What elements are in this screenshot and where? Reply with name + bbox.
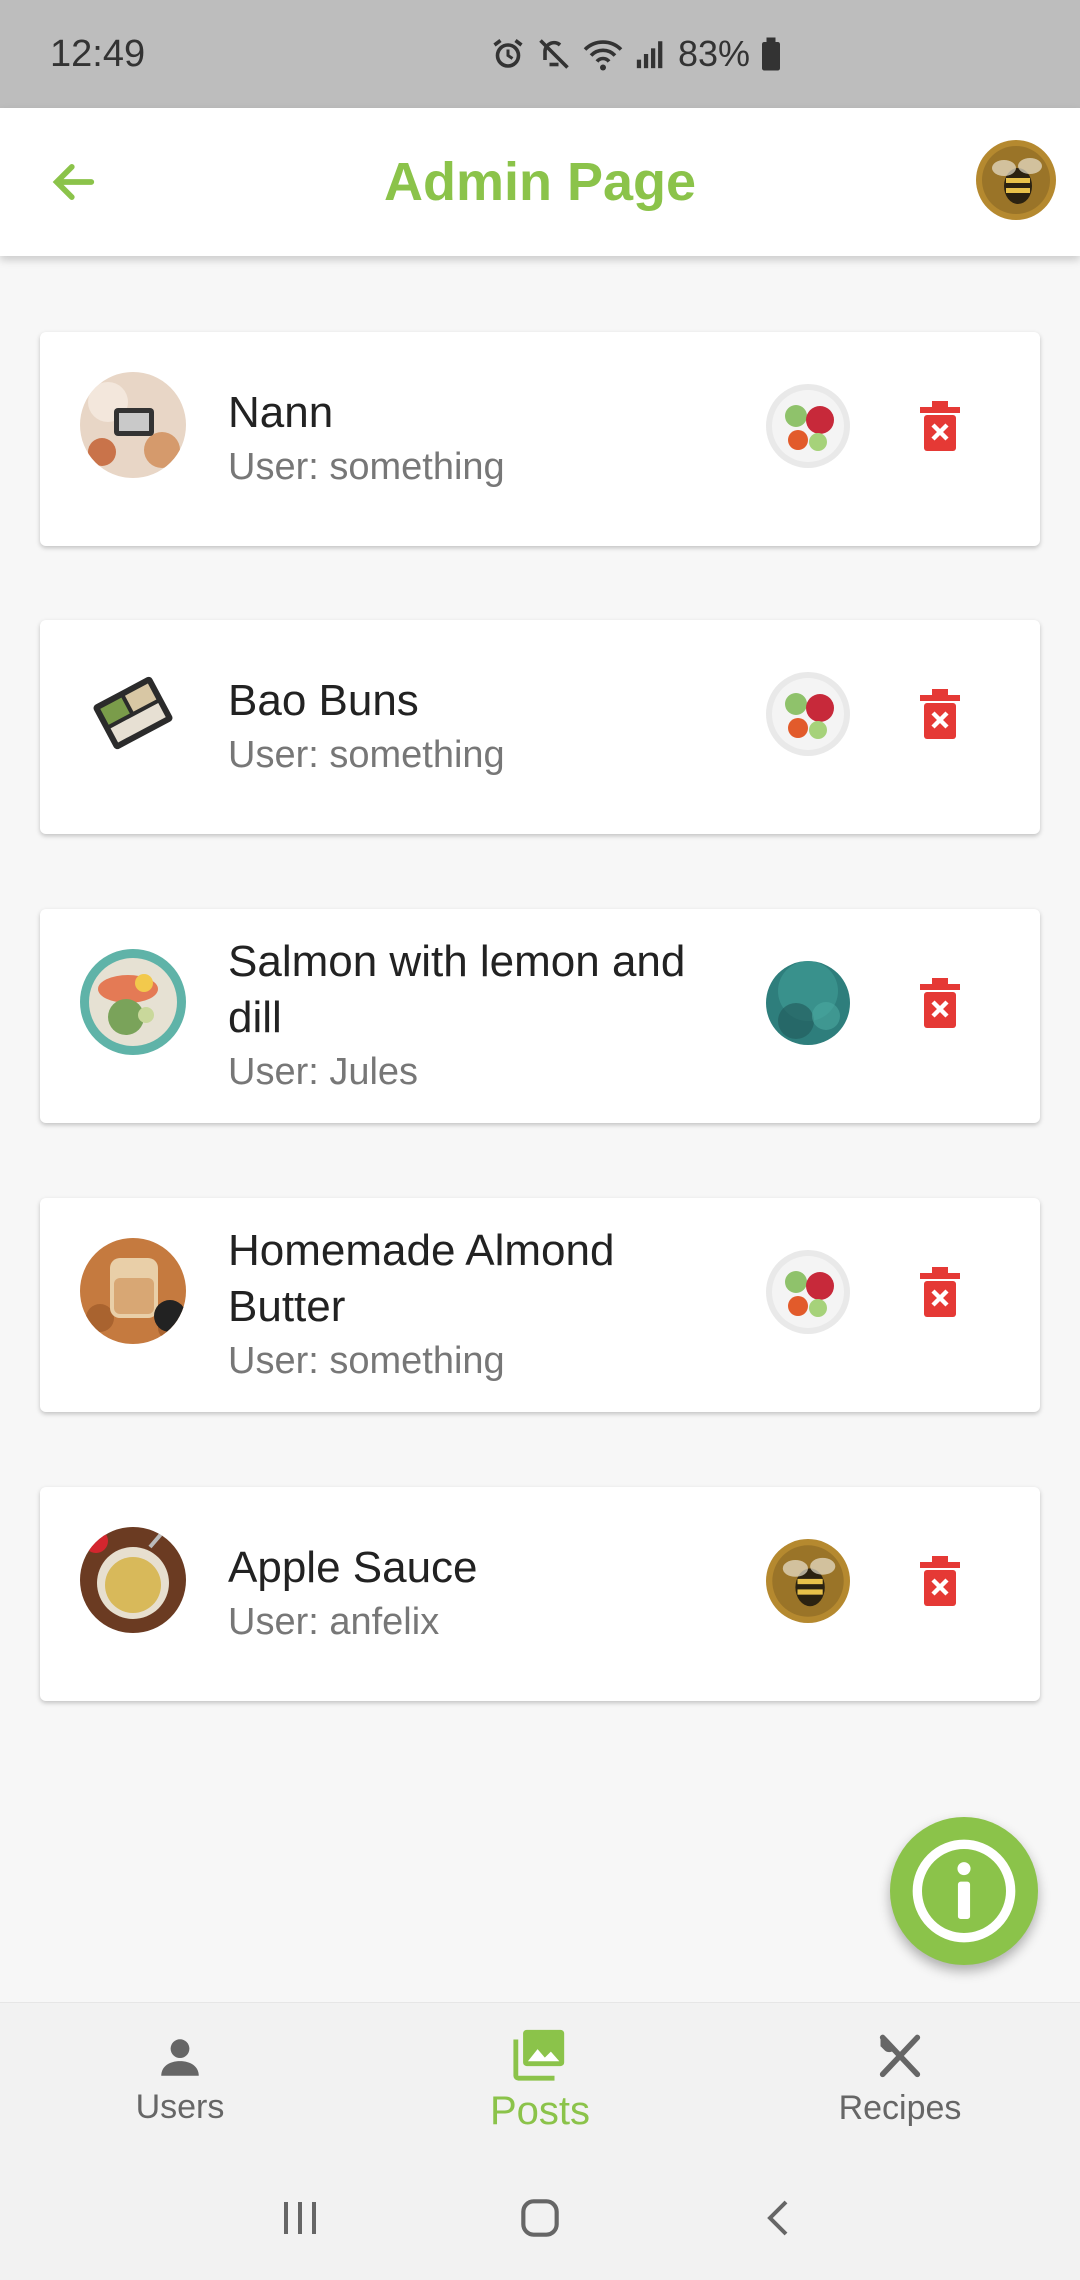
recent-apps-icon xyxy=(284,2202,316,2234)
system-navigation xyxy=(0,2156,1080,2280)
user-avatar xyxy=(766,672,850,756)
user-avatar xyxy=(766,1250,850,1334)
status-icons: 83% xyxy=(490,0,782,108)
post-title: Bao Buns xyxy=(228,676,419,725)
post-thumbnail xyxy=(80,1238,186,1344)
delete-button[interactable] xyxy=(908,1549,972,1613)
info-icon xyxy=(912,1839,1016,1943)
trash-icon xyxy=(920,1267,960,1317)
post-title: Nann xyxy=(228,388,334,437)
post-thumbnail xyxy=(80,660,186,766)
trash-icon xyxy=(920,401,960,451)
user-avatar xyxy=(766,961,850,1045)
profile-avatar[interactable] xyxy=(976,140,1056,220)
signal-icon xyxy=(636,41,663,69)
post-card[interactable]: Nann User: something xyxy=(40,332,1040,546)
nav-label: Posts xyxy=(489,2089,591,2133)
person-icon xyxy=(161,2039,199,2076)
user-avatar xyxy=(766,1539,850,1623)
post-text: Salmon with lemon and dill User: Jules xyxy=(228,909,700,1123)
nav-item-recipes[interactable]: Recipes xyxy=(720,2003,1080,2156)
nav-item-users[interactable]: Users xyxy=(0,2003,360,2156)
post-title: Homemade Almond Butter xyxy=(228,1226,615,1331)
trash-icon xyxy=(920,1556,960,1606)
back-button[interactable] xyxy=(42,150,106,214)
app-bar: Admin Page xyxy=(0,108,1080,256)
post-thumbnail xyxy=(80,1527,186,1633)
delete-button[interactable] xyxy=(908,394,972,458)
post-user: User: something xyxy=(228,446,505,488)
home-icon xyxy=(521,2199,559,2237)
post-card[interactable]: Salmon with lemon and dill User: Jules xyxy=(40,909,1040,1123)
page-title: Admin Page xyxy=(383,152,697,212)
post-text: Bao Buns User: something xyxy=(228,620,700,834)
post-card[interactable]: Bao Buns User: something xyxy=(40,620,1040,834)
post-user: User: something xyxy=(228,734,505,776)
trash-icon xyxy=(920,978,960,1028)
user-avatar xyxy=(766,384,850,468)
nav-label: Recipes xyxy=(838,2089,962,2127)
post-thumbnail xyxy=(80,949,186,1055)
system-back-button[interactable] xyxy=(740,2178,820,2258)
post-card[interactable]: Homemade Almond Butter User: something xyxy=(40,1198,1040,1412)
arrow-left-icon xyxy=(52,164,95,200)
status-time: 12:49 xyxy=(50,32,146,75)
post-title: Apple Sauce xyxy=(228,1543,478,1592)
nav-item-posts[interactable]: Posts xyxy=(360,2003,720,2156)
delete-button[interactable] xyxy=(908,971,972,1035)
post-thumbnail xyxy=(80,372,186,478)
alarm-icon xyxy=(493,39,523,68)
trash-icon xyxy=(920,689,960,739)
post-card[interactable]: Apple Sauce User: anfelix xyxy=(40,1487,1040,1701)
image-icon xyxy=(513,2029,565,2081)
post-text: Apple Sauce User: anfelix xyxy=(228,1487,700,1701)
bee-avatar-image xyxy=(976,140,1056,220)
delete-button[interactable] xyxy=(908,1260,972,1324)
info-fab-button[interactable] xyxy=(890,1817,1038,1965)
status-bar: 12:49 83% xyxy=(0,0,1080,108)
post-user: User: something xyxy=(228,1340,505,1382)
nav-label: Users xyxy=(135,2088,225,2126)
mute-icon xyxy=(539,39,569,69)
post-user: User: Jules xyxy=(228,1051,419,1093)
post-text: Nann User: something xyxy=(228,332,700,546)
post-text: Homemade Almond Butter User: something xyxy=(228,1198,700,1412)
utensils-icon xyxy=(879,2034,921,2078)
recent-apps-button[interactable] xyxy=(260,2178,340,2258)
delete-button[interactable] xyxy=(908,682,972,746)
wifi-icon xyxy=(583,40,623,71)
chevron-left-icon xyxy=(767,2200,788,2236)
post-user: User: anfelix xyxy=(228,1601,440,1643)
post-title: Salmon with lemon and dill xyxy=(228,937,686,1042)
bottom-navigation: Users Posts Recipes xyxy=(0,2002,1080,2156)
battery-percent: 83% xyxy=(678,33,751,74)
battery-icon xyxy=(762,37,781,71)
home-button[interactable] xyxy=(500,2178,580,2258)
